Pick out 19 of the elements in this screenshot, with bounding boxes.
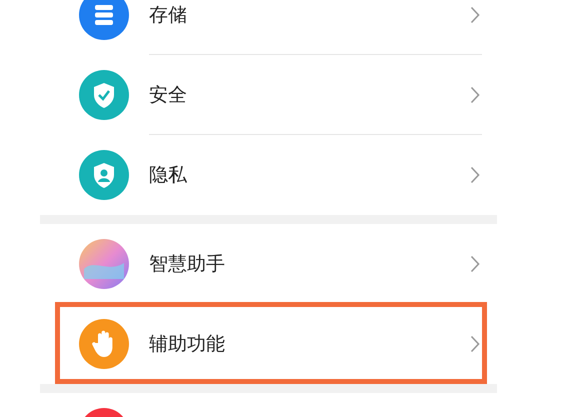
gradient-sphere-icon [79, 239, 129, 289]
hand-icon [79, 319, 129, 369]
settings-row[interactable]: 安全 [40, 55, 497, 135]
chevron-right-icon [470, 335, 480, 353]
chevron-right-icon [470, 254, 480, 272]
setting-label[interactable]: 辅助功能 [149, 331, 470, 357]
setting-label[interactable]: 存储 [149, 2, 470, 28]
setting-label[interactable]: 智慧助手 [149, 250, 470, 276]
setting-label[interactable]: 隐私 [149, 162, 470, 188]
shield-person-icon [79, 150, 129, 200]
chevron-right-icon [470, 166, 480, 184]
shield-check-icon [79, 70, 129, 120]
setting-label[interactable]: 安全 [149, 82, 470, 108]
settings-row[interactable]: 智慧助手 [40, 224, 497, 304]
chevron-right-icon [470, 6, 480, 24]
chevron-right-icon [470, 86, 480, 104]
settings-row[interactable]: 存储 [40, 0, 497, 55]
storage-icon [79, 0, 129, 40]
settings-row[interactable]: 隐私 [40, 135, 497, 215]
